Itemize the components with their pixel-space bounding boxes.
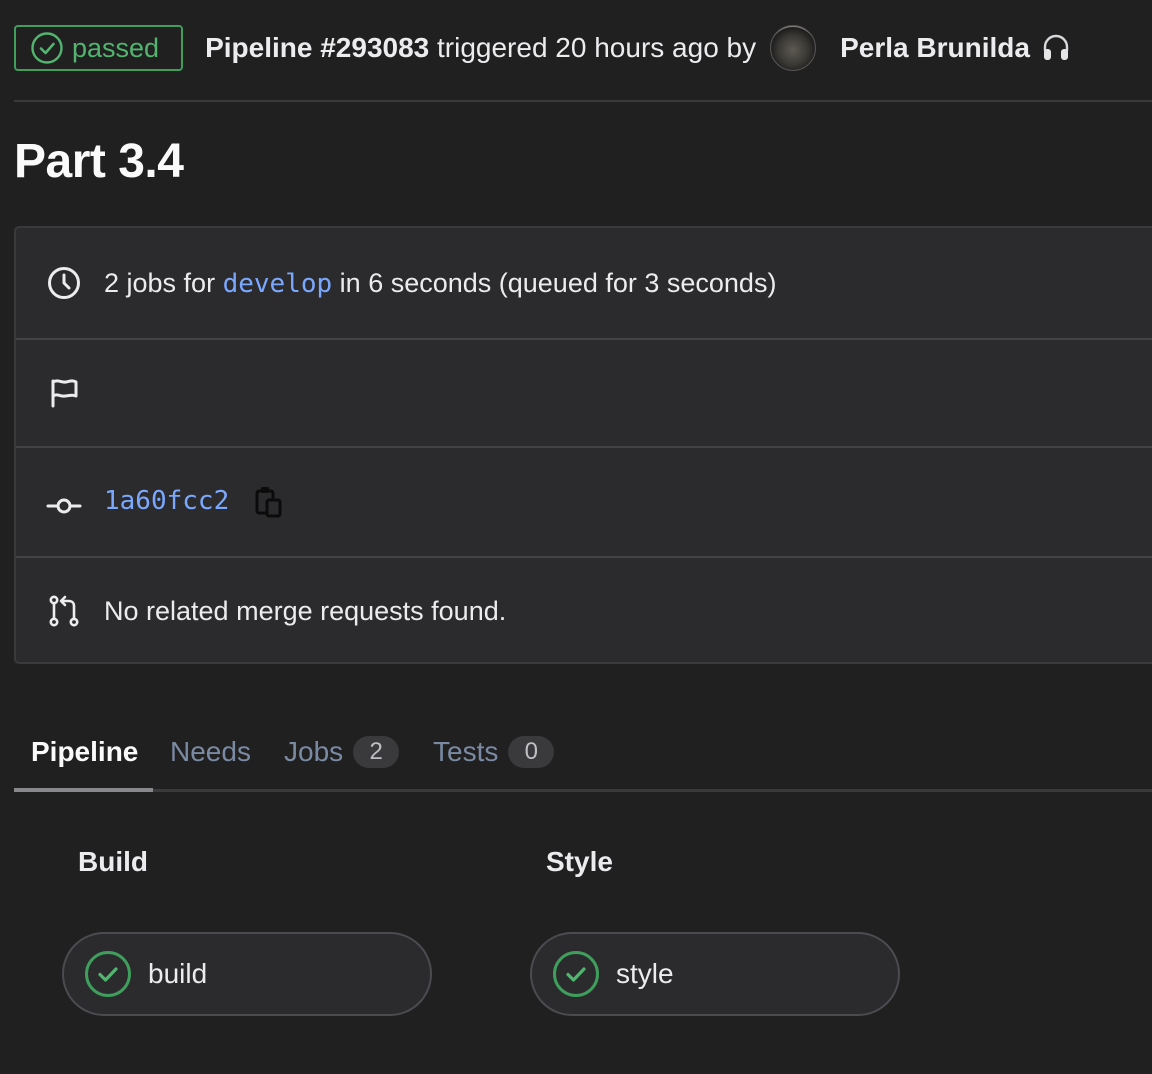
- pipeline-info-card: 2 jobs for develop in 6 seconds (queued …: [14, 226, 1152, 664]
- copy-icon[interactable]: [255, 485, 283, 519]
- merge-requests-text: No related merge requests found.: [104, 595, 507, 626]
- commit-sha-link[interactable]: 1a60fcc2: [104, 486, 229, 516]
- commit-row: 1a60fcc2: [16, 448, 1152, 558]
- page-title: Part 3.4: [14, 135, 184, 188]
- commit-icon: [46, 484, 82, 520]
- clock-icon: [46, 265, 82, 301]
- job-name: build: [148, 958, 208, 989]
- tab-pipeline[interactable]: Pipeline: [31, 712, 138, 792]
- pipeline-tabs: Pipeline Needs Jobs 2 Tests 0: [14, 712, 1152, 792]
- branch-link[interactable]: develop: [223, 269, 333, 299]
- stage-title-build: Build: [78, 846, 148, 877]
- status-label: passed: [72, 32, 160, 63]
- author-name[interactable]: Perla Brunilda: [840, 32, 1030, 64]
- tab-tests[interactable]: Tests 0: [433, 712, 555, 792]
- duration-text: 2 jobs for develop in 6 seconds (queued …: [104, 267, 777, 299]
- duration-row: 2 jobs for develop in 6 seconds (queued …: [16, 228, 1152, 340]
- job-success-icon: [85, 951, 131, 997]
- header-divider: [14, 100, 1152, 102]
- avatar[interactable]: [770, 25, 817, 71]
- job-build[interactable]: build: [62, 932, 432, 1016]
- job-style[interactable]: style: [530, 932, 900, 1016]
- commit-info: 1a60fcc2: [104, 485, 283, 519]
- headphones-icon: [1043, 34, 1069, 60]
- job-name: style: [616, 958, 674, 989]
- check-circle-icon: [31, 32, 63, 64]
- stage-title-style: Style: [546, 846, 613, 877]
- pipeline-header: passed Pipeline #293083 triggered 20 hou…: [14, 22, 1152, 74]
- tests-count-badge: 0: [508, 736, 555, 768]
- jobs-count-badge: 2: [353, 736, 400, 768]
- triggered-text: triggered 20 hours ago by: [437, 32, 757, 63]
- active-tab-indicator: [14, 788, 153, 792]
- merge-request-icon: [46, 593, 82, 629]
- flag-icon: [46, 375, 82, 411]
- job-success-icon: [553, 951, 599, 997]
- status-badge[interactable]: passed: [14, 25, 184, 71]
- tab-needs[interactable]: Needs: [170, 712, 251, 792]
- pipeline-summary: Pipeline #293083 triggered 20 hours ago …: [205, 25, 1072, 71]
- pipeline-id[interactable]: Pipeline #293083: [205, 32, 429, 64]
- flags-row: [16, 340, 1152, 448]
- merge-requests-row: No related merge requests found.: [16, 558, 1152, 664]
- tab-jobs[interactable]: Jobs 2: [284, 712, 400, 792]
